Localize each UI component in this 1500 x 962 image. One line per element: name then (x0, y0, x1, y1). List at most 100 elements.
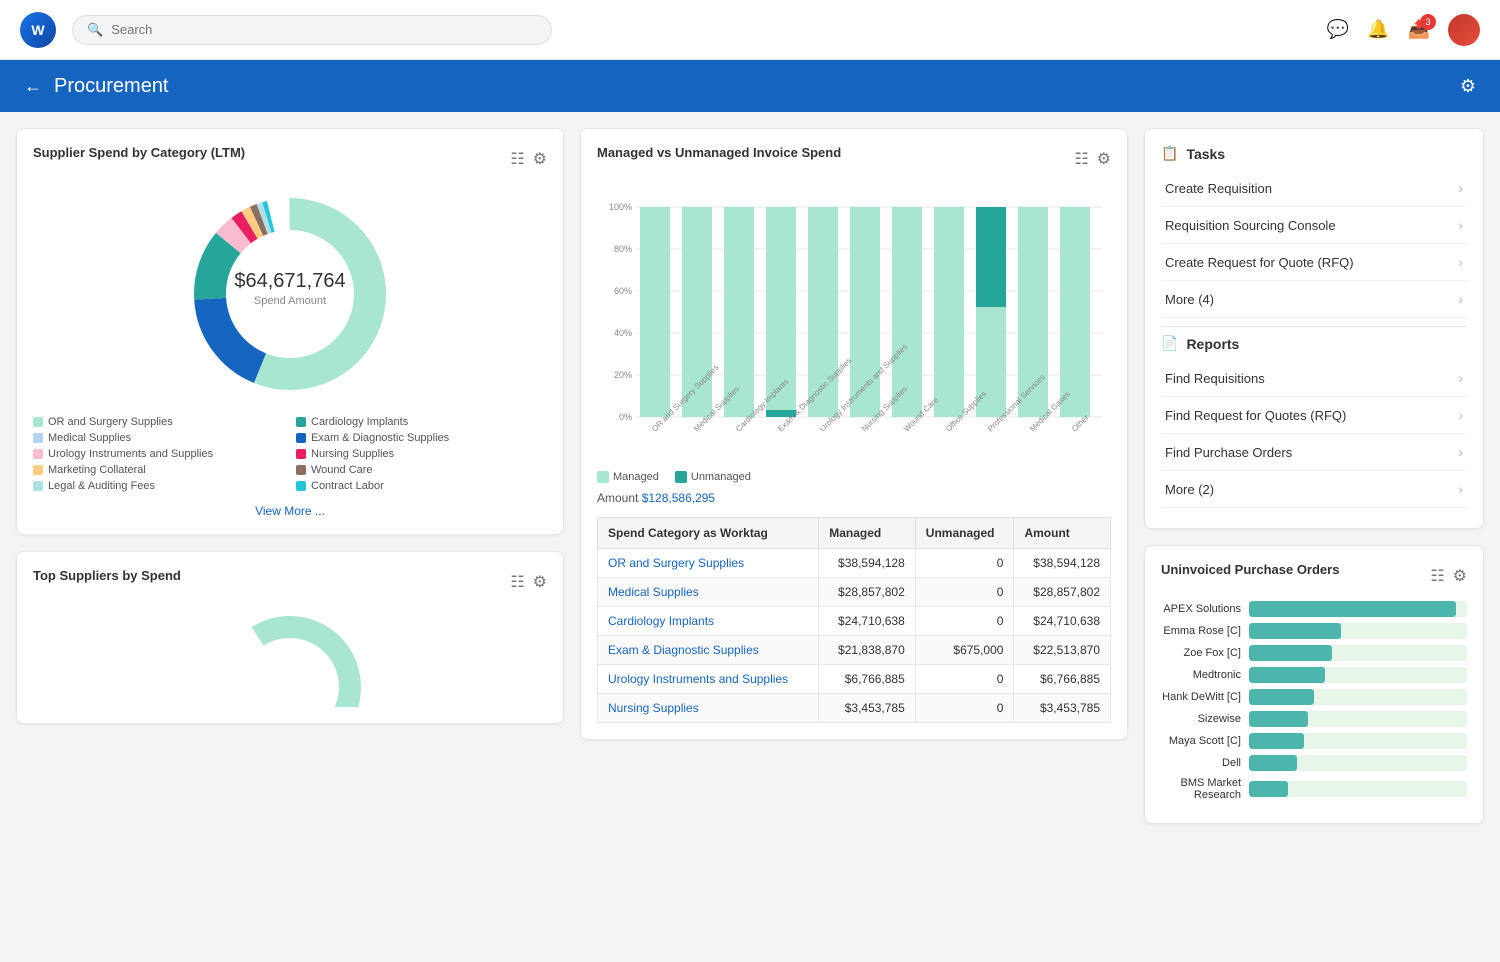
po-bar-track (1249, 667, 1467, 683)
po-bar-fill (1249, 623, 1341, 639)
po-bar-track (1249, 711, 1467, 727)
inbox-icon[interactable]: 📤 3 (1408, 19, 1430, 40)
filter-icon[interactable]: ☷ (510, 149, 524, 169)
reports-title: 📄 Reports (1161, 335, 1467, 352)
bar-chart-svg: 100% 80% 60% 40% 20% 0% (597, 192, 1111, 452)
reports-section: 📄 Reports Find Requisitions › Find Reque… (1161, 335, 1467, 508)
report-more[interactable]: More (2) › (1161, 471, 1467, 508)
gear-icon[interactable]: ⚙ (533, 149, 547, 169)
legal-label: Legal & Auditing Fees (48, 480, 155, 492)
uninvoiced-header: Uninvoiced Purchase Orders ☷ ⚙ (1161, 562, 1467, 589)
table-cell-unmanaged: 0 (915, 694, 1014, 723)
managed-unmanaged-card: Managed vs Unmanaged Invoice Spend ☷ ⚙ 1… (580, 128, 1128, 740)
table-cell-amount: $22,513,870 (1014, 636, 1111, 665)
table-cell-category[interactable]: Exam & Diagnostic Supplies (598, 636, 819, 665)
col-category: Spend Category as Worktag (598, 518, 819, 549)
table-cell-category[interactable]: Medical Supplies (598, 578, 819, 607)
supplier-spend-card: Supplier Spend by Category (LTM) ☷ ⚙ (16, 128, 564, 535)
cardiology-dot (296, 417, 306, 427)
table-cell-category[interactable]: OR and Surgery Supplies (598, 549, 819, 578)
view-more-button[interactable]: View More ... (33, 504, 547, 518)
uninvoiced-title: Uninvoiced Purchase Orders (1161, 562, 1339, 577)
legal-dot (33, 481, 43, 491)
table-cell-category[interactable]: Urology Instruments and Supplies (598, 665, 819, 694)
svg-text:Spend Amount: Spend Amount (254, 295, 326, 307)
po-bar-label: Medtronic (1161, 669, 1241, 681)
po-bar-track (1249, 689, 1467, 705)
nursing-dot (296, 449, 306, 459)
legend-or-surgery: OR and Surgery Supplies (33, 416, 284, 428)
exam-dot (296, 433, 306, 443)
supplier-spend-icons[interactable]: ☷ ⚙ (510, 149, 547, 169)
legend-marketing: Marketing Collateral (33, 464, 284, 476)
legend-wound: Wound Care (296, 464, 547, 476)
table-row: Nursing Supplies $3,453,785 0 $3,453,785 (598, 694, 1111, 723)
po-bars: APEX Solutions Emma Rose [C] Zoe Fox [C]… (1161, 601, 1467, 801)
filter-icon-4[interactable]: ☷ (1430, 566, 1444, 586)
table-cell-managed: $6,766,885 (819, 665, 916, 694)
left-column: Supplier Spend by Category (LTM) ☷ ⚙ (16, 128, 564, 824)
task-create-requisition-label: Create Requisition (1165, 181, 1272, 196)
report-find-po[interactable]: Find Purchase Orders › (1161, 434, 1467, 471)
report-find-rfq[interactable]: Find Request for Quotes (RFQ) › (1161, 397, 1467, 434)
po-bar-label: Emma Rose [C] (1161, 625, 1241, 637)
table-cell-amount: $3,453,785 (1014, 694, 1111, 723)
table-cell-unmanaged: 0 (915, 607, 1014, 636)
task-rfq[interactable]: Create Request for Quote (RFQ) › (1161, 244, 1467, 281)
bar-chart-area: 100% 80% 60% 40% 20% 0% (597, 184, 1111, 463)
table-cell-managed: $24,710,638 (819, 607, 916, 636)
po-bar-fill (1249, 733, 1304, 749)
donut-chart-container: $64,671,764 Spend Amount (33, 184, 547, 404)
top-suppliers-icons[interactable]: ☷ ⚙ (510, 572, 547, 592)
filter-icon-3[interactable]: ☷ (1074, 149, 1088, 169)
gear-icon-2[interactable]: ⚙ (533, 572, 547, 592)
inbox-badge: 3 (1420, 14, 1436, 30)
chart-legend: Managed Unmanaged (597, 471, 1111, 483)
po-bar-fill (1249, 755, 1297, 771)
workday-logo: W (20, 12, 56, 48)
table-cell-category[interactable]: Cardiology Implants (598, 607, 819, 636)
back-button[interactable]: ← (24, 76, 42, 97)
chat-icon[interactable]: 💬 (1327, 19, 1349, 40)
legend-exam: Exam & Diagnostic Supplies (296, 432, 547, 444)
chevron-icon-7: › (1458, 444, 1463, 460)
po-bar-label: Maya Scott [C] (1161, 735, 1241, 747)
po-bar-label: Sizewise (1161, 713, 1241, 725)
task-more-label: More (4) (1165, 292, 1214, 307)
amount-label: Amount (597, 491, 638, 505)
or-surgery-label: OR and Surgery Supplies (48, 416, 173, 428)
col-amount: Amount (1014, 518, 1111, 549)
table-cell-amount: $24,710,638 (1014, 607, 1111, 636)
legend-urology: Urology Instruments and Supplies (33, 448, 284, 460)
table-row: Medical Supplies $28,857,802 0 $28,857,8… (598, 578, 1111, 607)
task-sourcing-console[interactable]: Requisition Sourcing Console › (1161, 207, 1467, 244)
donut-chart: $64,671,764 Spend Amount (180, 184, 400, 404)
supplier-spend-header: Supplier Spend by Category (LTM) ☷ ⚙ (33, 145, 547, 172)
urology-dot (33, 449, 43, 459)
table-row: Exam & Diagnostic Supplies $21,838,870 $… (598, 636, 1111, 665)
po-bar-item: Dell (1161, 755, 1467, 771)
task-more[interactable]: More (4) › (1161, 281, 1467, 318)
legend-medical: Medical Supplies (33, 432, 284, 444)
gear-icon-4[interactable]: ⚙ (1453, 566, 1467, 586)
po-bar-label: Dell (1161, 757, 1241, 769)
po-bar-item: Hank DeWitt [C] (1161, 689, 1467, 705)
managed-icons[interactable]: ☷ ⚙ (1074, 149, 1111, 169)
settings-icon[interactable]: ⚙ (1460, 76, 1476, 97)
contract-label: Contract Labor (311, 480, 384, 492)
uninvoiced-icons[interactable]: ☷ ⚙ (1430, 566, 1467, 586)
search-bar[interactable]: 🔍 (72, 15, 552, 45)
gear-icon-3[interactable]: ⚙ (1097, 149, 1111, 169)
avatar[interactable] (1448, 14, 1480, 46)
legend-managed: Managed (597, 471, 659, 483)
report-find-reqs[interactable]: Find Requisitions › (1161, 360, 1467, 397)
chevron-icon-2: › (1458, 217, 1463, 233)
filter-icon-2[interactable]: ☷ (510, 572, 524, 592)
task-create-requisition[interactable]: Create Requisition › (1161, 170, 1467, 207)
table-cell-category[interactable]: Nursing Supplies (598, 694, 819, 723)
legend-cardiology: Cardiology Implants (296, 416, 547, 428)
po-bar-fill (1249, 711, 1308, 727)
notification-icon[interactable]: 🔔 (1367, 19, 1389, 40)
main-content: Supplier Spend by Category (LTM) ☷ ⚙ (0, 112, 1500, 840)
search-input[interactable] (111, 22, 537, 37)
